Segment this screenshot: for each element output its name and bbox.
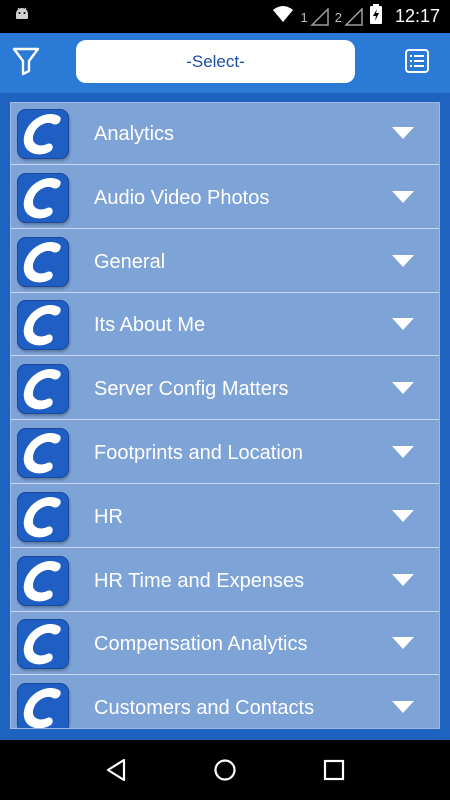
chevron-down-icon[interactable]: [391, 699, 415, 715]
list-view-button[interactable]: [402, 46, 432, 76]
sim2-signal: 2: [334, 7, 363, 26]
sim1-label: 1: [300, 9, 308, 25]
signal-icon: [309, 7, 329, 26]
category-logo-icon: [17, 491, 69, 542]
filter-icon: [12, 47, 40, 76]
list-item[interactable]: Compensation Analytics: [11, 613, 439, 676]
category-label: Audio Video Photos: [94, 186, 270, 209]
home-icon: [214, 759, 236, 781]
category-label: Server Config Matters: [94, 378, 289, 401]
sim2-label: 2: [334, 9, 342, 25]
list-item[interactable]: HR Time and Expenses: [11, 549, 439, 612]
category-logo-icon: [17, 555, 69, 606]
chevron-down-icon[interactable]: [391, 316, 415, 332]
chevron-down-icon[interactable]: [391, 125, 415, 141]
list-item[interactable]: Audio Video Photos: [11, 166, 439, 229]
status-bar: 1 2 12:17: [0, 0, 450, 33]
category-label: HR: [94, 505, 123, 528]
back-button[interactable]: [96, 750, 136, 790]
chevron-down-icon[interactable]: [391, 189, 415, 205]
category-logo-icon: [17, 428, 69, 478]
back-icon: [107, 758, 126, 782]
category-label: Compensation Analytics: [94, 633, 308, 656]
category-logo-icon: [17, 300, 69, 351]
category-logo-icon: [17, 364, 69, 415]
status-clock: 12:17: [394, 6, 440, 26]
category-label: Analytics: [94, 123, 175, 145]
chevron-down-icon[interactable]: [391, 444, 415, 460]
wifi-icon: [272, 5, 294, 28]
signal-icon: [344, 7, 363, 26]
list-icon: [405, 49, 429, 73]
sim1-signal: 1: [300, 7, 329, 26]
category-select-value: -Select-: [186, 51, 245, 71]
chevron-down-icon[interactable]: [391, 635, 415, 651]
list-item[interactable]: Footprints and Location: [11, 422, 439, 484]
list-item[interactable]: Customers and Contacts: [11, 677, 439, 728]
list-item[interactable]: General: [11, 230, 439, 293]
status-left: [12, 4, 32, 29]
recents-icon: [323, 759, 344, 781]
category-label: HR Time and Expenses: [94, 569, 305, 592]
android-icon: [12, 4, 32, 29]
list-item[interactable]: Analytics: [11, 103, 439, 165]
status-right: 1 2 12:17: [272, 4, 440, 29]
app-container: -Select- Analytics Audio Video Photos Gene…: [0, 33, 450, 740]
list-item[interactable]: Its About Me: [11, 294, 439, 357]
category-select[interactable]: -Select-: [76, 40, 355, 83]
category-list[interactable]: Analytics Audio Video Photos General Its Ab…: [10, 102, 440, 729]
category-label: Customers and Contacts: [94, 697, 315, 720]
category-logo-icon: [17, 109, 69, 159]
recents-button[interactable]: [314, 750, 354, 790]
list-item[interactable]: Server Config Matters: [11, 358, 439, 421]
category-label: Its About Me: [94, 314, 206, 337]
category-logo-icon: [17, 236, 69, 287]
category-label: Footprints and Location: [94, 442, 304, 464]
chevron-down-icon[interactable]: [391, 508, 415, 524]
chevron-down-icon[interactable]: [391, 572, 415, 588]
list-item[interactable]: HR: [11, 485, 439, 548]
category-logo-icon: [17, 683, 69, 728]
navigation-bar: [0, 740, 450, 800]
chevron-down-icon[interactable]: [391, 380, 415, 396]
filter-button[interactable]: [10, 45, 42, 77]
category-label: General: [94, 250, 166, 273]
battery-icon: [369, 4, 383, 29]
chevron-down-icon[interactable]: [391, 253, 415, 269]
toolbar: -Select-: [0, 33, 450, 93]
category-logo-icon: [17, 619, 69, 670]
home-button[interactable]: [205, 750, 245, 790]
category-logo-icon: [17, 172, 69, 223]
